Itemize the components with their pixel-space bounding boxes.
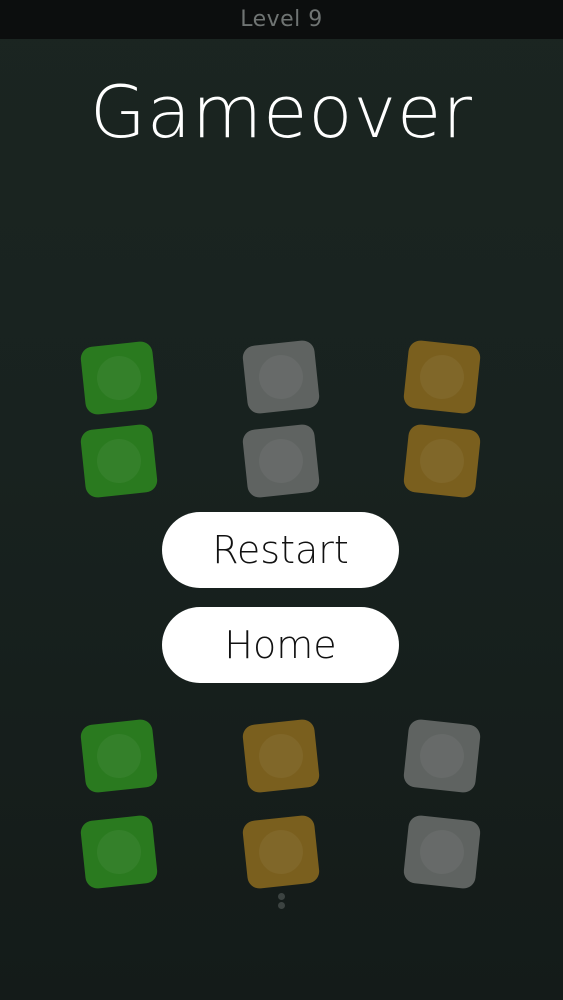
indicator-dot bbox=[277, 902, 285, 909]
tile-green bbox=[79, 718, 159, 794]
tile-green bbox=[79, 814, 159, 890]
tile-green bbox=[79, 340, 159, 416]
tile-gray bbox=[241, 339, 321, 415]
tile-gold bbox=[402, 423, 482, 499]
game-screen: Level 9 Gameover Restart Home bbox=[0, 0, 563, 1000]
tile-gold bbox=[241, 718, 321, 794]
restart-button[interactable]: Restart bbox=[162, 512, 399, 588]
gameover-title: Gameover bbox=[90, 70, 473, 154]
tile-gray bbox=[241, 423, 321, 499]
tile-gold bbox=[402, 339, 482, 415]
tile-gray bbox=[402, 718, 482, 794]
status-bar: Level 9 bbox=[0, 0, 563, 39]
tile-gold bbox=[241, 814, 321, 890]
page-indicator bbox=[276, 893, 286, 917]
tile-gray bbox=[402, 814, 482, 890]
tile-green bbox=[79, 423, 159, 499]
indicator-dot bbox=[277, 893, 285, 900]
level-label: Level 9 bbox=[240, 7, 323, 32]
home-button[interactable]: Home bbox=[162, 607, 399, 683]
